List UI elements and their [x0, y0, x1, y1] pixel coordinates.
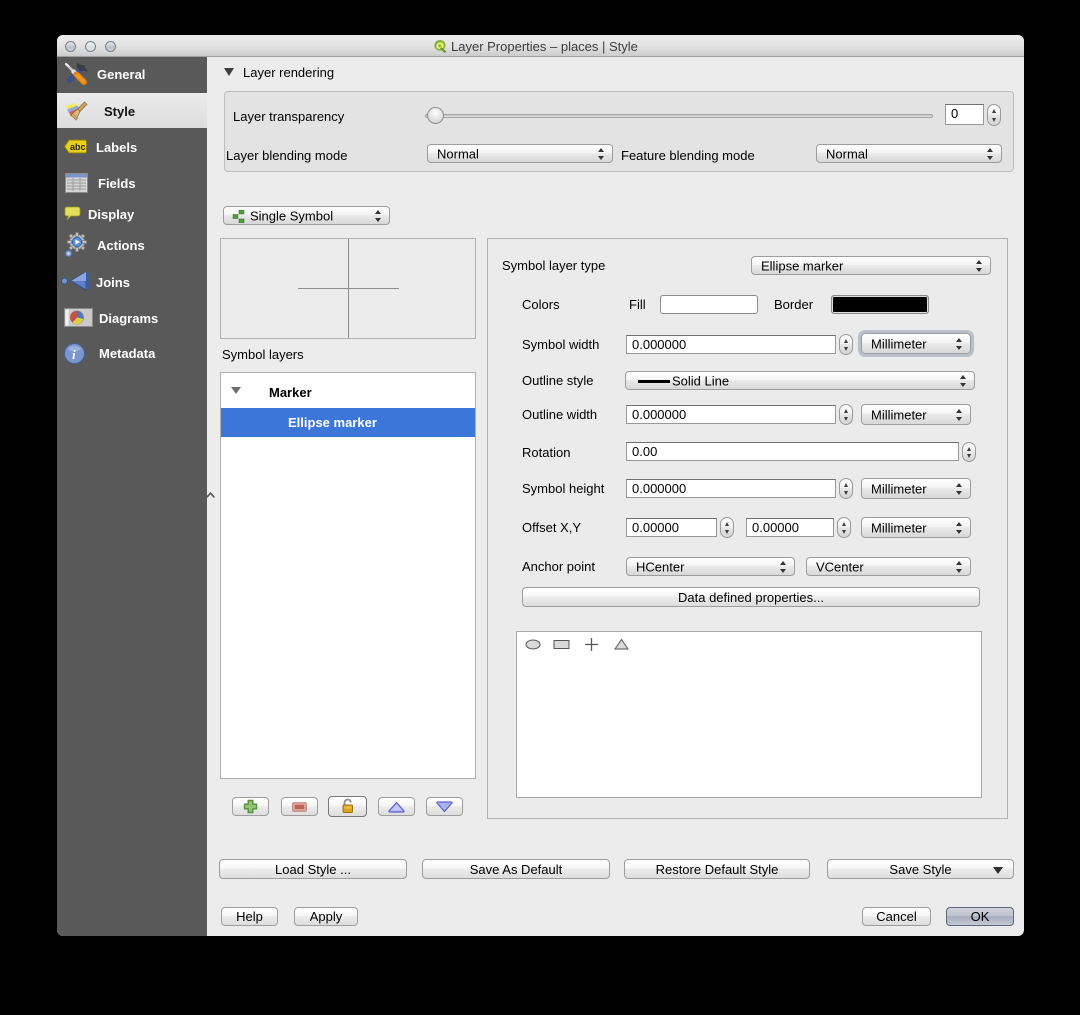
svg-text:i: i [72, 347, 76, 362]
svg-text:abc: abc [70, 142, 86, 152]
